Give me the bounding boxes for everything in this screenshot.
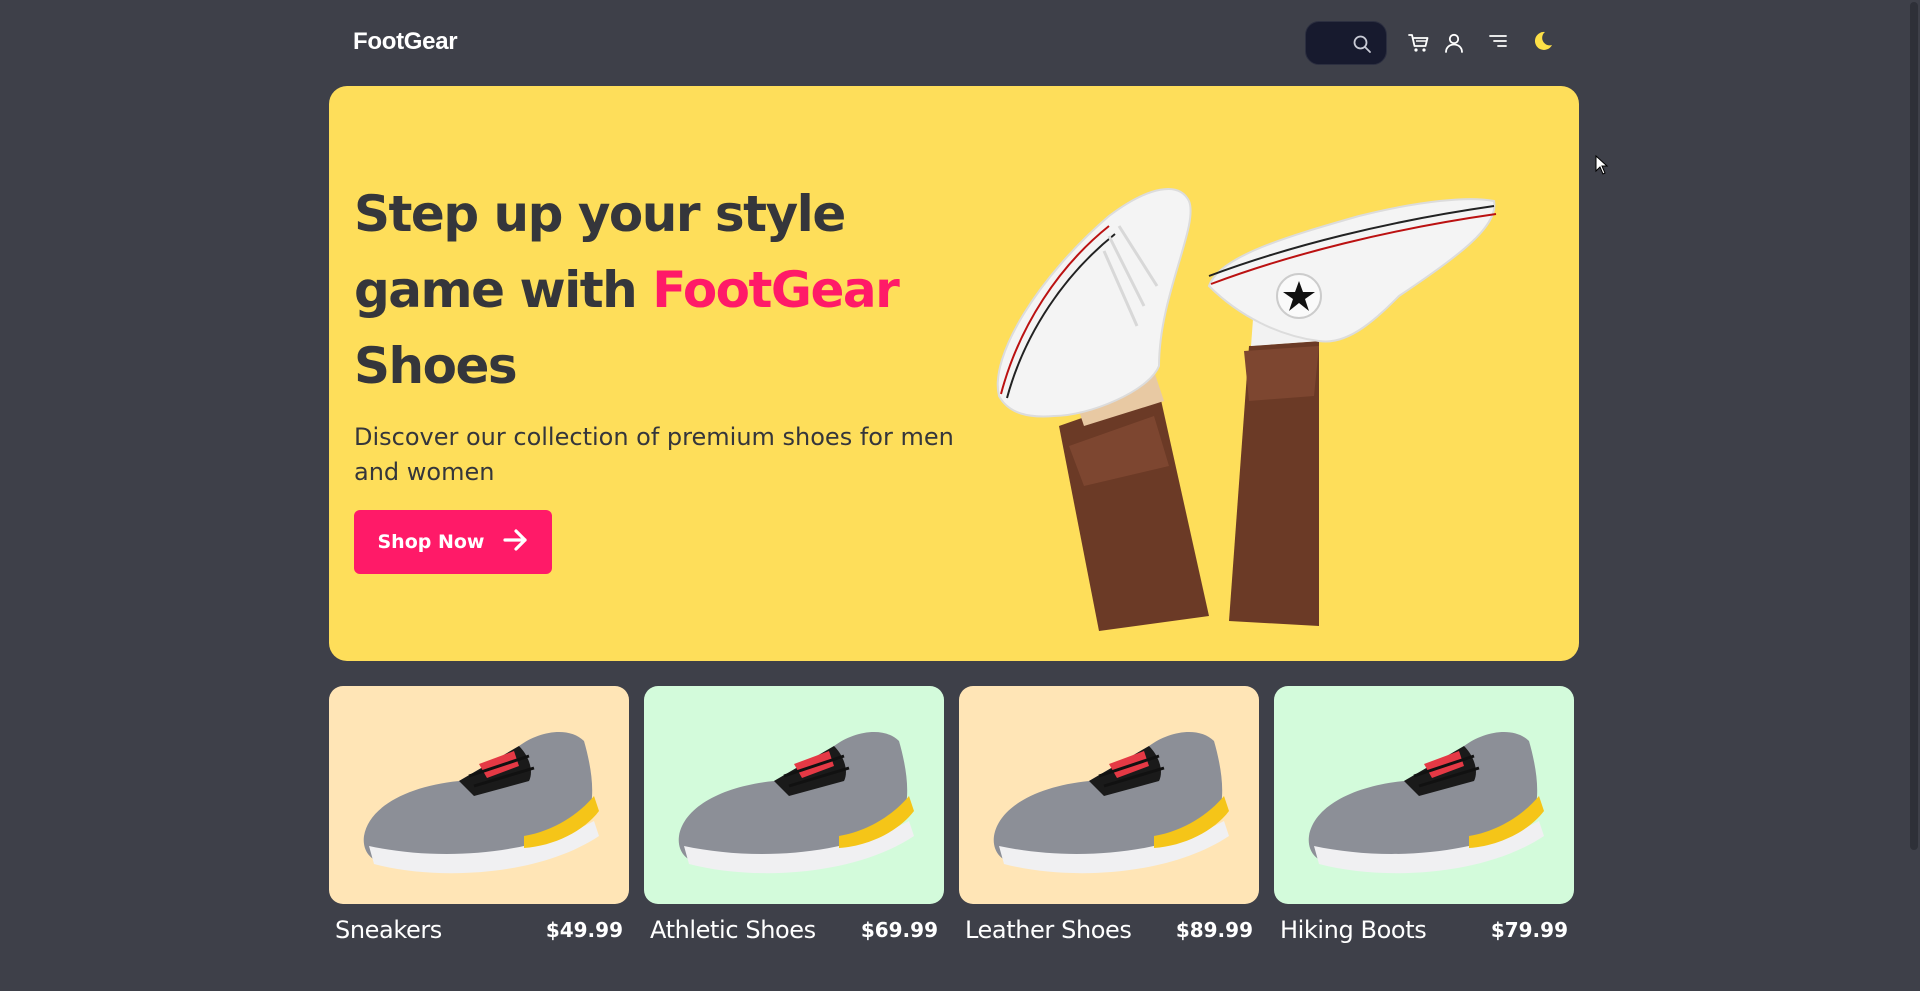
hero-title: Step up your style game with FootGear Sh… xyxy=(354,176,974,404)
shop-now-label: Shop Now xyxy=(377,531,485,553)
product-price: $49.99 xyxy=(545,918,623,942)
product-card-athletic-shoes[interactable]: Athletic Shoes $69.99 xyxy=(644,686,944,944)
product-price: $69.99 xyxy=(860,918,938,942)
hero-banner: Step up your style game with FootGear Sh… xyxy=(329,86,1579,661)
product-image xyxy=(644,686,944,904)
arrow-right-icon xyxy=(502,528,529,556)
hero-title-line2: game with FootGear xyxy=(354,252,974,328)
product-name: Athletic Shoes xyxy=(650,916,816,944)
menu-icon[interactable] xyxy=(1485,28,1511,54)
product-card-sneakers[interactable]: Sneakers $49.99 xyxy=(329,686,629,944)
product-price: $79.99 xyxy=(1490,918,1568,942)
search-icon[interactable] xyxy=(1352,34,1372,54)
search-input[interactable] xyxy=(1316,32,1356,56)
product-image xyxy=(329,686,629,904)
product-image xyxy=(1274,686,1574,904)
brand-logo[interactable]: FootGear xyxy=(353,28,458,56)
hero-subtitle: Discover our collection of premium shoes… xyxy=(354,423,954,486)
page-scrollbar[interactable] xyxy=(1908,0,1920,991)
hero-title-prefix: game with xyxy=(354,261,653,319)
hero-title-line1: Step up your style xyxy=(354,185,846,243)
cart-icon[interactable] xyxy=(1406,30,1432,56)
shoe-image xyxy=(678,731,914,874)
product-card-hiking-boots[interactable]: Hiking Boots $79.99 xyxy=(1274,686,1574,944)
shoe-image xyxy=(363,731,599,874)
product-name: Leather Shoes xyxy=(965,916,1132,944)
product-name: Sneakers xyxy=(335,916,442,944)
hero-title-line3: Shoes xyxy=(354,337,518,395)
site-header: FootGear xyxy=(0,0,1920,86)
user-icon[interactable] xyxy=(1441,30,1467,56)
hero-sneakers-image xyxy=(996,188,1497,631)
shoe-image xyxy=(1308,731,1544,874)
moon-icon[interactable] xyxy=(1529,28,1555,54)
mouse-cursor-icon xyxy=(1595,155,1609,175)
product-card-leather-shoes[interactable]: Leather Shoes $89.99 xyxy=(959,686,1259,944)
shoe-image xyxy=(993,731,1229,874)
search-box[interactable] xyxy=(1305,21,1387,65)
scrollbar-thumb[interactable] xyxy=(1910,2,1918,850)
product-image xyxy=(959,686,1259,904)
hero-title-accent: FootGear xyxy=(652,261,900,319)
shop-now-button[interactable]: Shop Now xyxy=(354,510,552,574)
product-price: $89.99 xyxy=(1175,918,1253,942)
product-name: Hiking Boots xyxy=(1280,916,1427,944)
